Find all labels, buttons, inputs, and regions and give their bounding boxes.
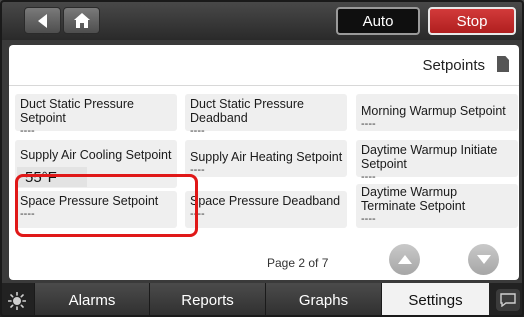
setpoint-label: Supply Air Cooling Setpoint	[20, 148, 172, 162]
setpoint-morning-warmup[interactable]: Morning Warmup Setpoint ----	[356, 94, 518, 131]
page-down-button[interactable]	[468, 244, 499, 275]
setpoint-label: Morning Warmup Setpoint	[361, 104, 506, 118]
chevron-up-icon	[397, 255, 412, 264]
top-toolbar: Auto Stop	[0, 0, 524, 40]
setpoint-duct-static-pressure[interactable]: Duct Static Pressure Setpoint ----	[15, 94, 177, 137]
chevron-down-icon	[476, 255, 491, 264]
setpoint-label: Daytime Warmup Terminate Setpoint	[361, 185, 466, 213]
tab-graphs[interactable]: Graphs	[265, 283, 381, 317]
setpoint-label: Duct Static Pressure Setpoint	[20, 97, 134, 125]
home-icon	[73, 13, 90, 28]
setpoint-label: Daytime Warmup Initiate Setpoint	[361, 143, 498, 171]
document-icon[interactable]	[497, 56, 509, 72]
setpoint-label: Supply Air Heating Setpoint	[190, 150, 343, 164]
brightness-icon[interactable]	[8, 292, 26, 310]
setpoint-daytime-warmup-initiate[interactable]: Daytime Warmup Initiate Setpoint ----	[356, 140, 518, 183]
setpoint-space-pressure-deadband[interactable]: Space Pressure Deadband ----	[185, 191, 347, 228]
auto-button[interactable]: Auto	[336, 7, 420, 35]
setpoint-duct-static-deadband[interactable]: Duct Static Pressure Deadband ----	[185, 94, 347, 137]
page-title: Setpoints	[422, 57, 485, 74]
back-button[interactable]	[24, 7, 61, 34]
page-indicator: Page 2 of 7	[267, 256, 329, 270]
chat-button[interactable]	[496, 289, 520, 311]
bottom-tab-bar: Alarms Reports Graphs Settings	[0, 283, 524, 317]
selected-setpoint-highlight	[15, 174, 198, 237]
tab-settings[interactable]: Settings	[381, 283, 489, 317]
setpoint-value: ----	[190, 125, 205, 137]
setpoint-value: ----	[361, 171, 376, 183]
chat-icon	[500, 293, 516, 307]
home-button[interactable]	[63, 7, 100, 34]
page-up-button[interactable]	[389, 244, 420, 275]
setpoint-value: ----	[361, 213, 376, 225]
tab-reports[interactable]: Reports	[149, 283, 265, 317]
setpoint-daytime-warmup-terminate[interactable]: Daytime Warmup Terminate Setpoint ----	[356, 184, 518, 228]
setpoint-label: Duct Static Pressure Deadband	[190, 97, 304, 125]
setpoint-value: ----	[361, 118, 376, 130]
setpoint-label: Space Pressure Deadband	[190, 194, 341, 208]
setpoint-value: ----	[190, 208, 205, 220]
setpoint-supply-air-heating[interactable]: Supply Air Heating Setpoint ----	[185, 140, 347, 177]
panel-header: Setpoints	[9, 45, 519, 86]
setpoints-panel: Setpoints Duct Static Pressure Setpoint …	[9, 45, 519, 280]
stop-button[interactable]: Stop	[428, 7, 516, 35]
setpoint-value: ----	[190, 164, 205, 176]
chevron-left-icon	[37, 13, 47, 28]
tab-alarms[interactable]: Alarms	[34, 283, 149, 317]
setpoint-value: ----	[20, 125, 35, 137]
